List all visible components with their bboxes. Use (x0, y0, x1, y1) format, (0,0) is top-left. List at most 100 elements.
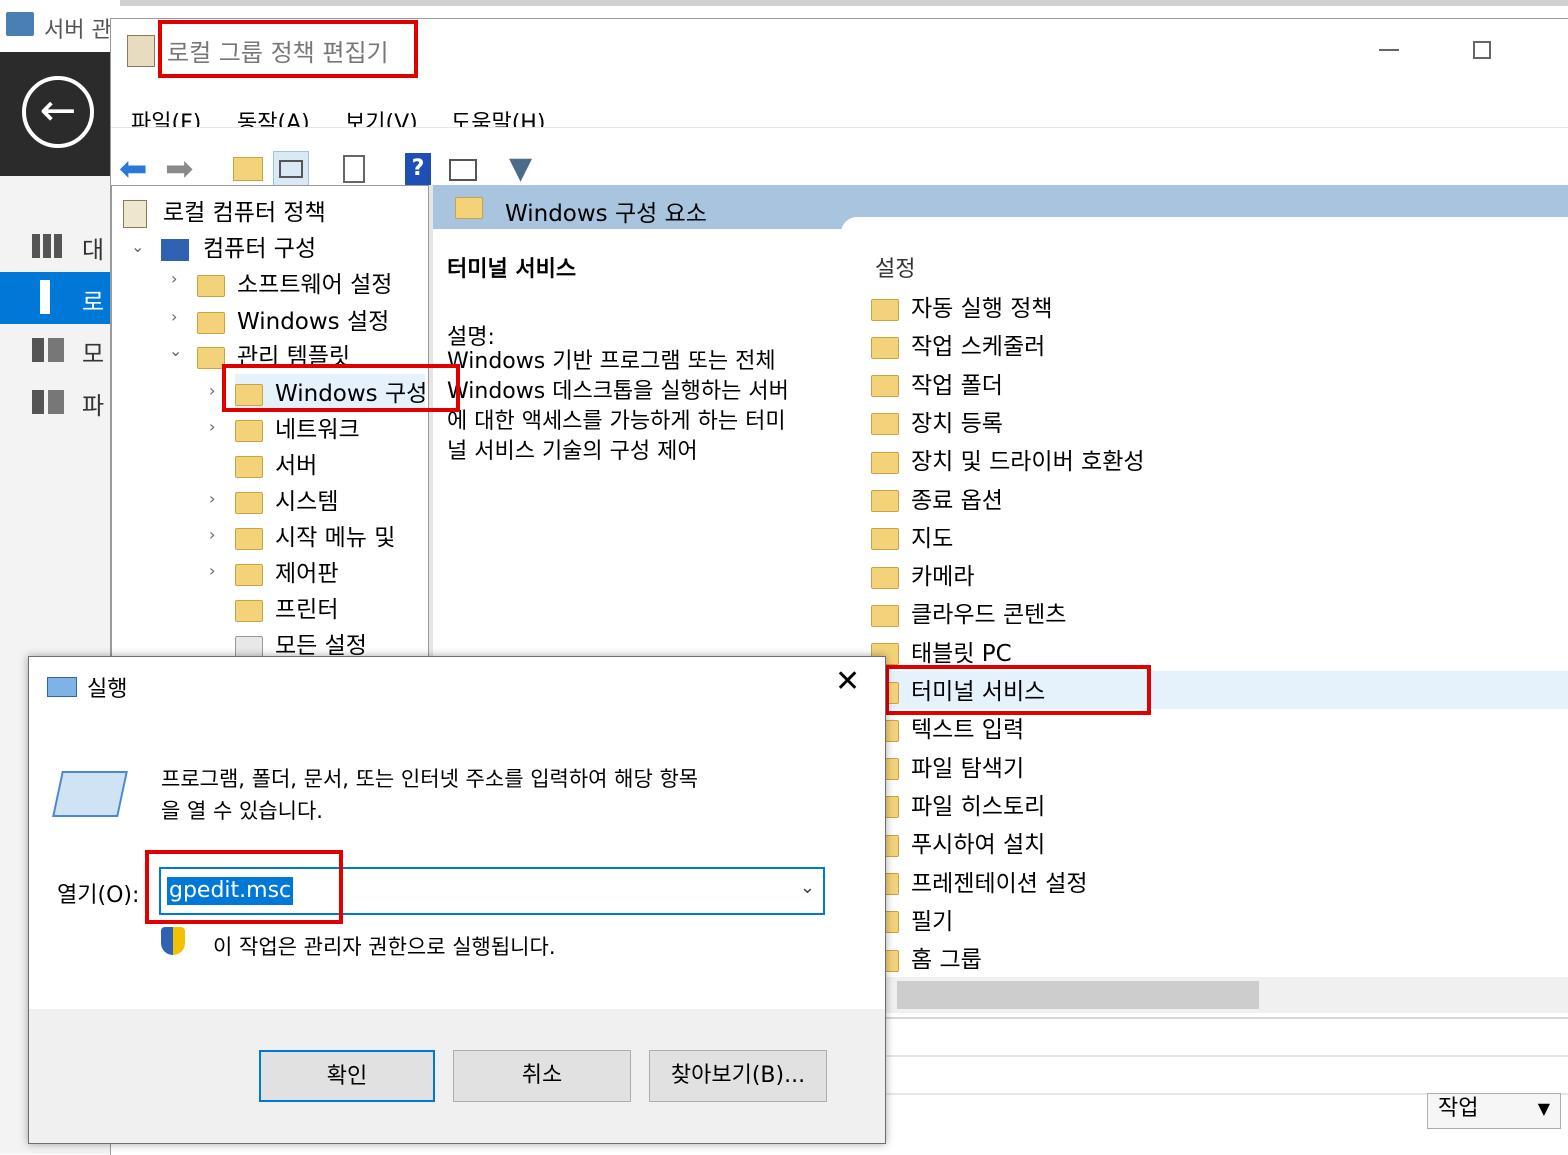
help-icon[interactable]: ? (401, 151, 437, 187)
forward-arrow-icon[interactable]: ➡ (165, 151, 201, 187)
ok-button[interactable]: 확인 (259, 1050, 435, 1102)
divider (881, 1055, 1568, 1057)
setting-row[interactable]: 터미널 서비스 (871, 672, 1045, 706)
tree-label: 컴퓨터 구성 (203, 236, 317, 262)
setting-row[interactable]: 장치 및 드라이버 호환성 (871, 442, 1145, 476)
horizontal-scrollbar[interactable] (881, 977, 1568, 1013)
setting-row[interactable]: 작업 폴더 (871, 366, 1003, 400)
folder-icon (235, 419, 263, 442)
folder-icon (871, 375, 899, 398)
folder-icon (197, 274, 225, 297)
detail-title: 터미널 서비스 (447, 257, 577, 282)
back-arrow-icon[interactable]: ⬅ (119, 151, 155, 187)
sidebar-label: 모 (82, 340, 105, 368)
setting-row[interactable]: 텍스트 입력 (871, 710, 1024, 744)
tree-control-panel[interactable]: 제어판 (235, 554, 338, 588)
export-list-icon[interactable] (337, 151, 373, 187)
tree-start-menu[interactable]: 시작 메뉴 및 (235, 518, 395, 552)
tree-system[interactable]: 시스템 (235, 482, 338, 516)
properties-icon[interactable] (445, 151, 481, 187)
setting-row[interactable]: 지도 (871, 519, 953, 553)
back-icon[interactable]: ← (22, 76, 94, 148)
expand-chevron-icon[interactable]: ⌄ (131, 237, 144, 256)
server-manager-header: ← (0, 52, 112, 176)
detail-description: Windows 기반 프로그램 또는 전체 Windows 데스크톱을 실행하는… (447, 347, 789, 467)
setting-row[interactable]: 종료 옵션 (871, 481, 1003, 515)
setting-row[interactable]: 장치 등록 (871, 404, 1003, 438)
sidebar-item-local-server[interactable]: 로 (0, 272, 112, 324)
setting-label: 홈 그룹 (911, 947, 982, 974)
setting-row[interactable]: 푸시하여 설치 (871, 825, 1045, 859)
setting-row[interactable]: 파일 탐색기 (871, 749, 1024, 783)
chevron-down-icon[interactable]: ⌄ (800, 877, 815, 898)
run-description: 프로그램, 폴더, 문서, 또는 인터넷 주소를 입력하여 해당 항목 을 열 … (161, 763, 698, 827)
minimize-icon[interactable] (1379, 49, 1399, 51)
description-line: 널 서비스 기술의 구성 제어 (447, 439, 698, 464)
collapse-chevron-icon[interactable]: › (209, 417, 215, 436)
folder-icon (871, 604, 899, 627)
maximize-icon[interactable] (1473, 41, 1491, 59)
setting-row[interactable]: 태블릿 PC (871, 634, 1012, 668)
open-combobox[interactable]: gpedit.msc ⌄ (159, 867, 825, 915)
scrollbar-thumb[interactable] (897, 981, 1259, 1009)
tree-root[interactable]: 로컬 컴퓨터 정책 (123, 193, 326, 228)
settings-column-header[interactable]: 설정 (875, 251, 915, 283)
caret-down-icon: ▼ (1537, 1099, 1550, 1118)
collapse-chevron-icon[interactable]: › (209, 561, 215, 580)
setting-label: 작업 스케줄러 (911, 334, 1046, 361)
divider (881, 1017, 1568, 1019)
expand-chevron-icon[interactable]: ⌄ (169, 341, 182, 360)
tasks-dropdown[interactable]: 작업 ▼ (1427, 1093, 1561, 1129)
run-app-icon (47, 677, 77, 697)
up-folder-icon[interactable] (229, 151, 265, 187)
folder-icon (871, 413, 899, 436)
tree-all-settings[interactable]: 모든 설정 (235, 626, 367, 660)
collapse-chevron-icon[interactable]: › (209, 525, 215, 544)
setting-row[interactable]: 홈 그룹 (871, 940, 982, 974)
cancel-button[interactable]: 취소 (453, 1050, 631, 1102)
open-label: 열기(O): (57, 883, 140, 908)
setting-label: 장치 및 드라이버 호환성 (911, 449, 1145, 476)
tree-network[interactable]: 네트워크 (235, 410, 360, 444)
run-program-icon (52, 771, 128, 817)
tree-server[interactable]: 서버 (235, 446, 317, 480)
setting-row[interactable]: 파일 히스토리 (871, 787, 1045, 821)
tree-label: 시스템 (275, 489, 339, 515)
collapse-chevron-icon[interactable]: › (171, 307, 177, 326)
setting-row[interactable]: 작업 스케줄러 (871, 327, 1045, 361)
tree-splitter[interactable] (429, 185, 433, 685)
tree-label: 로컬 컴퓨터 정책 (163, 200, 326, 226)
folder-icon (197, 346, 225, 369)
show-hide-tree-icon[interactable] (273, 151, 309, 187)
sidebar-item-all-servers[interactable]: 모 (0, 326, 112, 374)
collapse-chevron-icon[interactable]: › (209, 381, 215, 400)
tree-printers[interactable]: 프린터 (235, 590, 338, 624)
browse-button[interactable]: 찾아보기(B)... (649, 1050, 827, 1102)
filter-icon[interactable]: ▼ (509, 151, 545, 187)
setting-row[interactable]: 카메라 (871, 557, 974, 591)
toolbar (111, 127, 1568, 182)
tree-admin-templates[interactable]: 관리 템플릿 (197, 337, 350, 371)
tree-windows-settings[interactable]: Windows 설정 (197, 302, 389, 336)
tree-computer-config[interactable]: 컴퓨터 구성 (161, 229, 316, 263)
setting-row[interactable]: 프레젠테이션 설정 (871, 864, 1088, 898)
folder-icon (871, 298, 899, 321)
description-line: Windows 기반 프로그램 또는 전체 (447, 349, 776, 374)
tree-software-settings[interactable]: 소프트웨어 설정 (197, 265, 392, 299)
description-line: 프로그램, 폴더, 문서, 또는 인터넷 주소를 입력하여 해당 항목 (161, 767, 699, 791)
collapse-chevron-icon[interactable]: › (171, 269, 177, 288)
setting-row[interactable]: 자동 실행 정책 (871, 289, 1053, 323)
folder-icon (235, 491, 263, 514)
tree-windows-components[interactable]: Windows 구성 (235, 374, 425, 408)
setting-row[interactable]: 클라우드 콘텐츠 (871, 595, 1066, 629)
collapse-chevron-icon[interactable]: › (209, 489, 215, 508)
sidebar-item-dashboard[interactable]: 대 (0, 222, 112, 270)
setting-label: 터미널 서비스 (911, 679, 1046, 705)
sidebar-item-file-services[interactable]: 파 (0, 378, 112, 426)
folder-icon (871, 336, 899, 359)
all-settings-icon (235, 635, 263, 658)
close-icon[interactable]: ✕ (835, 667, 860, 697)
tree-label: 네트워크 (275, 417, 360, 443)
folder-icon (871, 528, 899, 551)
open-input-value[interactable]: gpedit.msc (167, 877, 294, 905)
